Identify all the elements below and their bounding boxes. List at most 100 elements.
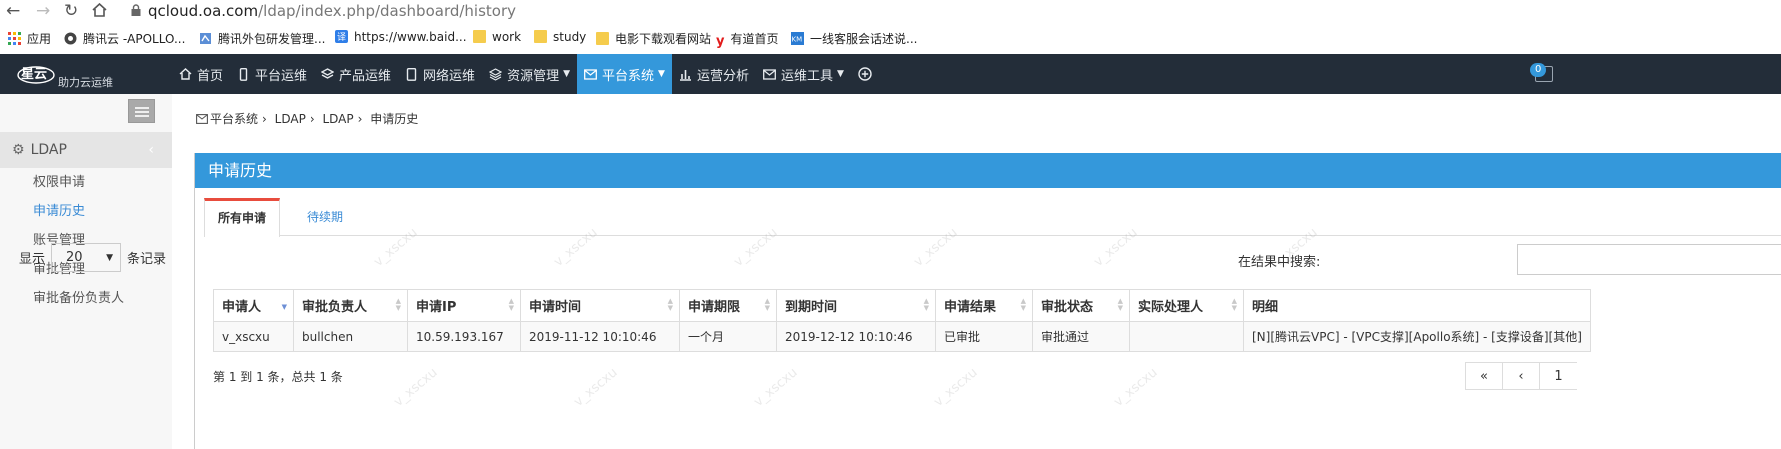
- breadcrumb-item[interactable]: 平台系统: [210, 112, 258, 126]
- bookmark-study[interactable]: study: [534, 30, 586, 44]
- bar-chart-icon: [679, 69, 691, 81]
- tab-pending-renewal[interactable]: 待续期: [294, 198, 356, 236]
- chevron-down-icon: ▼: [563, 69, 570, 79]
- breadcrumb-separator: ›: [309, 112, 315, 126]
- home-icon[interactable]: [92, 3, 107, 17]
- column-header-ip[interactable]: 申请IP ▲ ▼: [407, 289, 521, 322]
- pager-prev-button[interactable]: ‹: [1502, 362, 1540, 390]
- cell-approver: bullchen: [293, 321, 408, 352]
- header-label: 申请人: [222, 300, 262, 315]
- sort-icon: ▲ ▼: [1117, 297, 1123, 312]
- chevron-left-icon: ‹: [148, 142, 154, 158]
- menu-platform-ops[interactable]: 平台运维: [230, 54, 314, 94]
- menu-add[interactable]: [851, 54, 879, 94]
- envelope-icon: [196, 114, 208, 124]
- layers-icon: [321, 67, 335, 79]
- header-label: 到期时间: [785, 300, 838, 315]
- url-path: /ldap/index.php/dashboard/history: [258, 2, 517, 20]
- breadcrumb-item[interactable]: LDAP: [322, 112, 353, 126]
- bookmark-work[interactable]: work: [473, 30, 521, 44]
- stack-icon: [489, 67, 503, 81]
- menu-platform-system[interactable]: 平台系统 ▼: [577, 54, 672, 94]
- apps-grid-icon: [8, 32, 21, 45]
- breadcrumb-current: 申请历史: [370, 112, 419, 126]
- bookmark-km[interactable]: KM 一线客服会话述说...: [791, 30, 917, 47]
- header-label: 申请IP: [416, 300, 457, 315]
- tab-all-requests[interactable]: 所有申请: [204, 198, 281, 237]
- column-header-approval-status[interactable]: 审批状态 ▲ ▼: [1032, 289, 1130, 322]
- menu-product-ops[interactable]: 产品运维: [314, 54, 398, 94]
- bookmark-label: https://www.baid...: [354, 30, 467, 44]
- top-navbar: 星云 助力云运维 首页 平台运维 产品运维 网络运维 资源管理 ▼ 平台系统 ▼: [0, 54, 1781, 94]
- menu-home[interactable]: 首页: [172, 54, 230, 94]
- pager-first-button[interactable]: «: [1465, 362, 1503, 390]
- header-label: 申请期限: [688, 300, 741, 315]
- menu-network-ops[interactable]: 网络运维: [398, 54, 482, 94]
- column-header-result[interactable]: 申请结果 ▲ ▼: [935, 289, 1033, 322]
- url-host: qcloud.oa.com: [148, 2, 259, 20]
- svg-text:KM: KM: [792, 36, 803, 44]
- cell-detail: [N][腾讯云VPC] - [VPC支撑][Apollo系统] - [支撑设备]…: [1243, 321, 1591, 352]
- column-header-expire-time[interactable]: 到期时间 ▲ ▼: [776, 289, 936, 322]
- chevron-down-icon: ▼: [106, 252, 114, 263]
- menu-resource-mgmt[interactable]: 资源管理 ▼: [482, 54, 577, 94]
- bookmark-youdao[interactable]: y 有道首页: [716, 30, 779, 49]
- page-length-select[interactable]: 20 ▼: [51, 243, 122, 272]
- header-label: 实际处理人: [1138, 300, 1204, 315]
- bookmark-apps[interactable]: 应用: [8, 30, 51, 47]
- header-label: 明细: [1252, 300, 1279, 315]
- logo-icon[interactable]: 星云: [16, 60, 56, 86]
- length-prefix: 显示: [19, 252, 46, 267]
- sidebar-item-permission-request[interactable]: 权限申请: [0, 168, 172, 197]
- bookmark-apollo[interactable]: 腾讯云 -APOLLO...: [64, 30, 185, 47]
- logo-subtitle: 助力云运维: [58, 76, 113, 89]
- table-row[interactable]: v_xscxu bullchen 10.59.193.167 2019-11-1…: [213, 321, 1591, 352]
- svg-text:译: 译: [337, 32, 346, 43]
- forward-icon[interactable]: →: [36, 1, 50, 21]
- menu-ops-tools[interactable]: 运维工具 ▼: [756, 54, 851, 94]
- header-label: 审批负责人: [302, 300, 368, 315]
- sidebar-section-ldap[interactable]: ⚙ LDAP ‹: [0, 132, 172, 168]
- menu-label: 网络运维: [423, 68, 476, 84]
- history-table: 申请人 ▼ 审批负责人 ▲ ▼ 申请IP ▲ ▼ 申请时间 ▲ ▼ 申请期限 ▲ ▼ 到期时间 ▲ ▼…: [213, 289, 1591, 352]
- header-label: 申请结果: [944, 300, 997, 315]
- sidebar-item-request-history[interactable]: 申请历史: [0, 197, 172, 226]
- lock-icon: [131, 4, 141, 16]
- menu-operations-analysis[interactable]: 运营分析: [672, 54, 756, 94]
- table-info: 第 1 到 1 条，总共 1 条: [213, 370, 343, 384]
- bookmarks-bar: 应用 腾讯云 -APOLLO... 腾讯外包研发管理... 译 https://w…: [0, 26, 1781, 52]
- panel-title: 申请历史: [195, 153, 1781, 188]
- column-header-duration[interactable]: 申请期限 ▲ ▼: [679, 289, 777, 322]
- column-header-detail[interactable]: 明细: [1243, 289, 1591, 322]
- translate-icon: 译: [335, 30, 348, 43]
- menu-label: 产品运维: [339, 68, 392, 84]
- column-header-request-time[interactable]: 申请时间 ▲ ▼: [520, 289, 680, 322]
- sidebar-toggle-icon[interactable]: [128, 99, 155, 123]
- cell-approval-status: 审批通过: [1032, 321, 1130, 352]
- chevron-down-icon: ▼: [836, 69, 844, 79]
- plus-circle-icon: [858, 67, 872, 81]
- mobile-icon: [239, 67, 248, 81]
- bookmark-baidu[interactable]: 译 https://www.baid...: [335, 30, 467, 44]
- breadcrumb-separator: ›: [262, 112, 267, 126]
- envelope-icon: [763, 68, 776, 80]
- bookmark-movies[interactable]: 电影下载观看网站: [596, 30, 711, 47]
- bookmark-label: 一线客服会话述说...: [810, 32, 918, 46]
- sort-icon: ▲ ▼: [508, 297, 514, 312]
- menu-label: 运维工具: [780, 68, 833, 84]
- cell-expire-time: 2019-12-12 10:10:46: [776, 321, 936, 352]
- bookmark-outsource[interactable]: 腾讯外包研发管理...: [199, 30, 325, 47]
- column-header-handler[interactable]: 实际处理人 ▲ ▼: [1129, 289, 1244, 322]
- column-header-applicant[interactable]: 申请人 ▼: [213, 289, 294, 322]
- pager-page-1[interactable]: 1: [1539, 362, 1577, 390]
- sidebar-item-backup-approver[interactable]: 审批备份负责人: [0, 284, 172, 313]
- breadcrumb-item[interactable]: LDAP: [275, 112, 306, 126]
- pagination: « ‹ 1: [1465, 362, 1577, 390]
- back-icon[interactable]: ←: [6, 1, 20, 21]
- reload-icon[interactable]: ↻: [64, 1, 78, 21]
- sort-icon: ▲ ▼: [1020, 297, 1026, 312]
- url-field[interactable]: qcloud.oa.com/ldap/index.php/dashboard/h…: [148, 2, 516, 20]
- search-input[interactable]: [1517, 244, 1781, 275]
- folder-icon: [534, 30, 547, 43]
- column-header-approver[interactable]: 审批负责人 ▲ ▼: [293, 289, 408, 322]
